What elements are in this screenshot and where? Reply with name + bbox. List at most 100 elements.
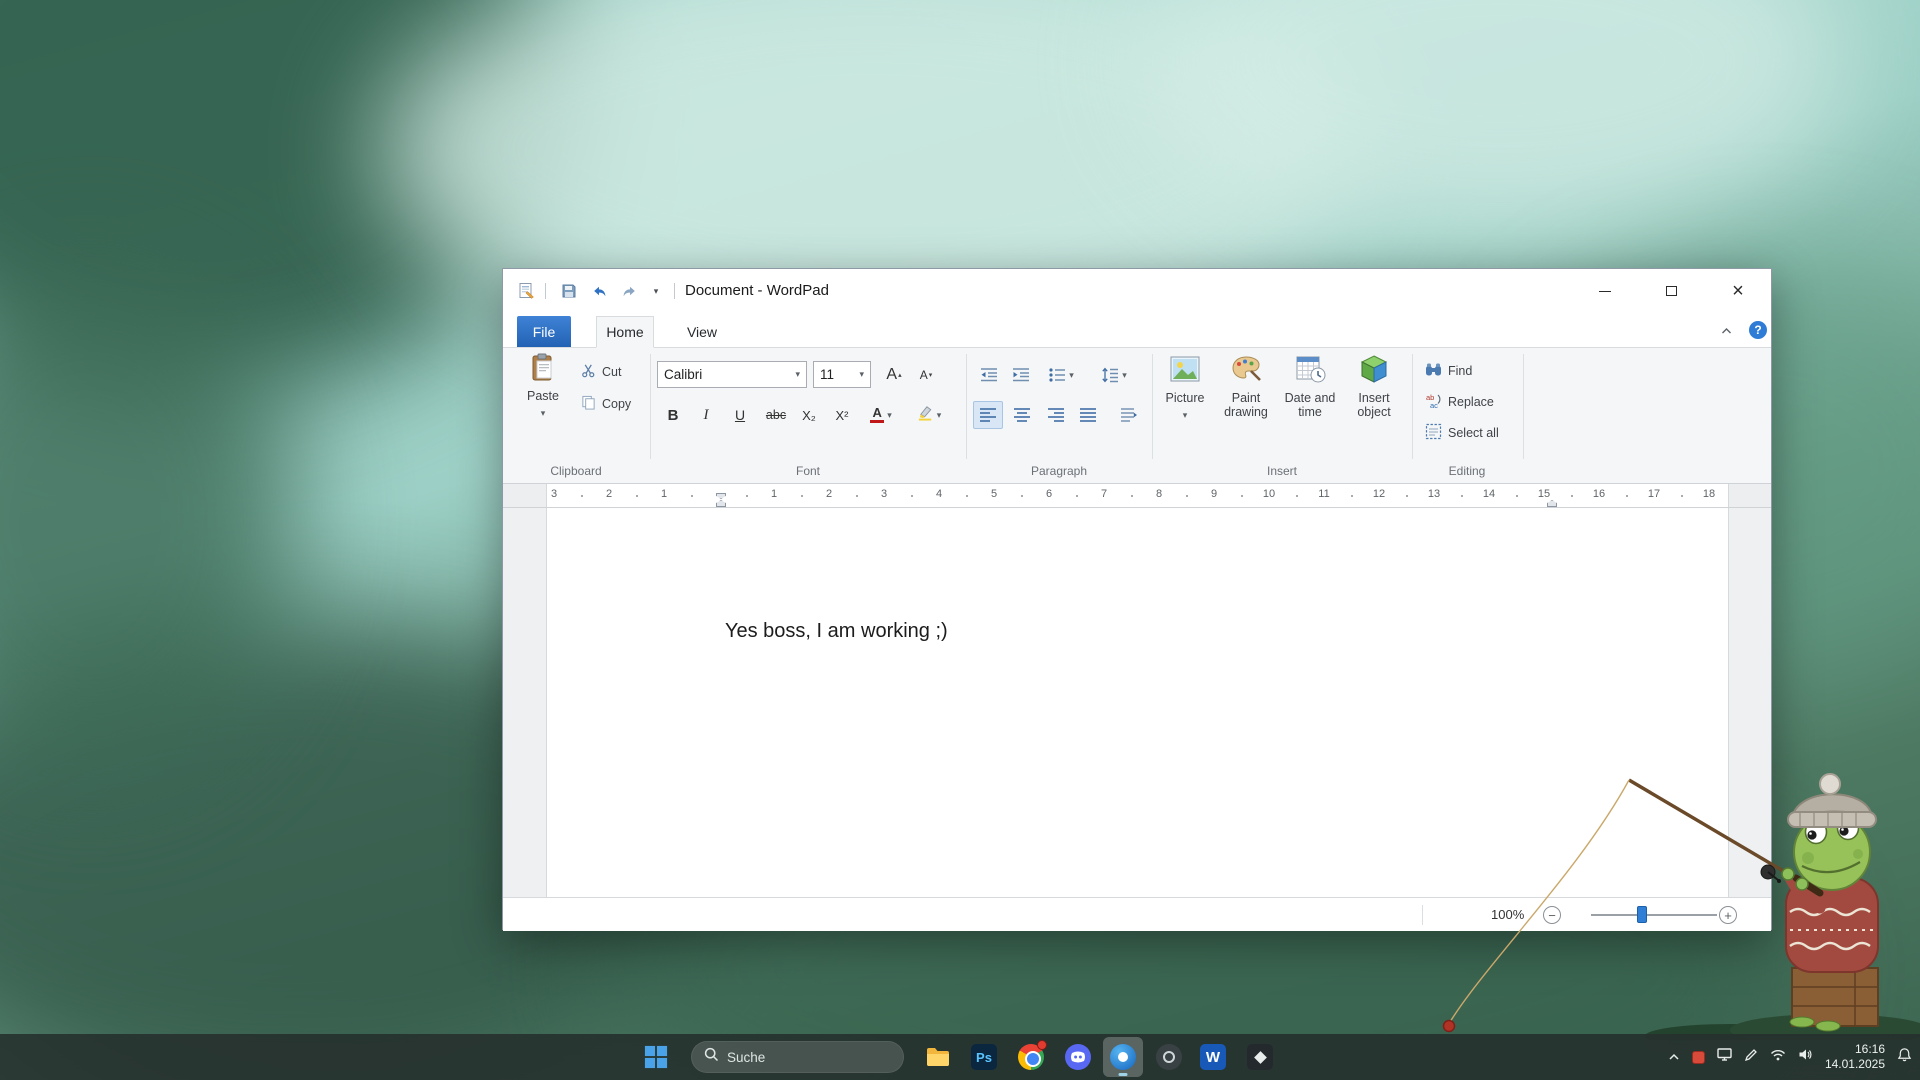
notification-bell-icon[interactable]	[1897, 1047, 1912, 1067]
justify-button[interactable]	[1073, 401, 1103, 429]
ruler-number: 16	[1593, 488, 1605, 500]
paragraph-icon	[1120, 406, 1138, 424]
find-binoculars-icon	[1425, 361, 1442, 381]
underline-button[interactable]: U	[725, 401, 755, 429]
title-bar[interactable]: ▾ Document - WordPad ×	[503, 269, 1771, 313]
subscript-button[interactable]: X₂	[794, 401, 824, 429]
redo-button[interactable]	[619, 281, 639, 301]
tab-view[interactable]: View	[673, 316, 731, 347]
undo-button[interactable]	[589, 281, 609, 301]
document-text[interactable]: Yes boss, I am working ;)	[725, 620, 948, 643]
collapse-ribbon-chevron-icon[interactable]	[1715, 322, 1737, 340]
frog-mascot	[1400, 760, 1920, 1040]
maximize-button[interactable]	[1648, 269, 1694, 313]
tab-home[interactable]: Home	[596, 316, 654, 348]
text-highlight-button[interactable]: ▾	[907, 401, 951, 429]
ruler-tick	[1021, 495, 1023, 497]
active-app-indicator	[1119, 1073, 1128, 1076]
taskbar-app-dark[interactable]	[1240, 1037, 1280, 1077]
align-left-icon	[979, 406, 997, 424]
taskbar-search[interactable]	[691, 1041, 904, 1073]
bold-button[interactable]: B	[658, 401, 688, 429]
shrink-font-button[interactable]: A▾	[911, 361, 941, 389]
paste-button[interactable]: Paste ▾	[514, 353, 572, 420]
clock-time: 16:16	[1825, 1042, 1885, 1057]
decrease-indent-button[interactable]	[974, 361, 1004, 389]
tray-wifi-icon[interactable]	[1770, 1048, 1786, 1066]
select-all-label: Select all	[1448, 426, 1499, 440]
copy-button[interactable]: Copy	[581, 392, 631, 416]
strikethrough-button[interactable]: abc	[759, 401, 793, 429]
line-spacing-button[interactable]: ▾	[1092, 361, 1136, 389]
ruler-number: 1	[771, 488, 777, 500]
taskbar-app-photoshop[interactable]: Ps	[964, 1037, 1004, 1077]
tab-file[interactable]: File	[517, 316, 571, 347]
replace-icon: abac	[1425, 392, 1442, 412]
minimize-button[interactable]	[1582, 269, 1628, 313]
fishing-bobber	[1444, 1021, 1455, 1032]
tray-pen-icon[interactable]	[1744, 1048, 1758, 1067]
combobox-caret-icon: ▾	[795, 369, 800, 380]
qat-customize-chevron-icon[interactable]: ▾	[649, 281, 663, 301]
date-and-time-button[interactable]: Date and time	[1281, 353, 1339, 419]
ruler-number: 12	[1373, 488, 1385, 500]
taskbar-app-gray[interactable]	[1149, 1037, 1189, 1077]
dropdown-caret-icon: ▾	[1183, 408, 1188, 422]
ruler-number: 8	[1156, 488, 1162, 500]
date-and-time-label: Date and time	[1281, 391, 1339, 419]
insert-picture-button[interactable]: Picture ▾	[1156, 353, 1214, 422]
paste-icon	[528, 353, 558, 386]
search-input[interactable]	[727, 1050, 877, 1065]
close-button[interactable]: ×	[1715, 269, 1761, 313]
align-center-button[interactable]	[1007, 401, 1037, 429]
tray-app-icon[interactable]	[1692, 1051, 1705, 1064]
bullets-button[interactable]: ▾	[1039, 361, 1083, 389]
start-button[interactable]	[642, 1043, 670, 1071]
ruler-tick	[691, 495, 693, 497]
ruler-number: 1	[661, 488, 667, 500]
font-color-icon: A	[870, 407, 884, 423]
taskbar-app-file-explorer[interactable]	[918, 1037, 958, 1077]
font-size-value: 11	[820, 367, 834, 382]
ruler-tick	[911, 495, 913, 497]
ruler-tick	[1681, 495, 1683, 497]
grow-font-button[interactable]: A▴	[879, 361, 909, 389]
cut-button[interactable]: Cut	[581, 360, 621, 384]
taskbar-clock[interactable]: 16:16 14.01.2025	[1825, 1042, 1885, 1072]
tray-volume-icon[interactable]	[1798, 1048, 1813, 1066]
ruler-tick	[636, 495, 638, 497]
svg-text:ac: ac	[1430, 401, 1438, 409]
increase-indent-icon	[1012, 366, 1030, 384]
ruler[interactable]: 321123456789101112131415161718	[503, 484, 1771, 508]
font-size-combobox[interactable]: 11 ▾	[813, 361, 871, 388]
increase-indent-button[interactable]	[1006, 361, 1036, 389]
tray-overflow-chevron-icon[interactable]	[1668, 1048, 1680, 1066]
select-all-button[interactable]: Select all	[1425, 422, 1499, 444]
align-left-button[interactable]	[973, 401, 1003, 429]
frog-foot	[1790, 1017, 1814, 1027]
italic-icon: I	[704, 407, 709, 424]
system-tray: 16:16 14.01.2025	[1668, 1034, 1912, 1080]
taskbar-app-word[interactable]: W	[1193, 1037, 1233, 1077]
save-button[interactable]	[559, 281, 579, 301]
taskbar-app-active[interactable]	[1103, 1037, 1143, 1077]
paragraph-dialog-button[interactable]	[1107, 401, 1151, 429]
font-color-button[interactable]: A ▾	[859, 401, 903, 429]
taskbar-app-chrome[interactable]	[1011, 1037, 1051, 1077]
ruler-number: 2	[826, 488, 832, 500]
align-right-button[interactable]	[1041, 401, 1071, 429]
tray-display-icon[interactable]	[1717, 1048, 1732, 1066]
discord-icon	[1065, 1044, 1091, 1070]
font-family-combobox[interactable]: Calibri ▾	[657, 361, 807, 388]
ruler-tick	[1461, 495, 1463, 497]
help-button[interactable]: ?	[1749, 321, 1767, 339]
italic-button[interactable]: I	[691, 401, 721, 429]
insert-object-button[interactable]: Insert object	[1345, 353, 1403, 419]
paint-drawing-button[interactable]: Paint drawing	[1217, 353, 1275, 419]
replace-button[interactable]: abac Replace	[1425, 391, 1494, 413]
copy-label: Copy	[602, 397, 631, 411]
taskbar-app-discord[interactable]	[1058, 1037, 1098, 1077]
superscript-button[interactable]: X²	[827, 401, 857, 429]
find-button[interactable]: Find	[1425, 360, 1472, 382]
ruler-number: 7	[1101, 488, 1107, 500]
